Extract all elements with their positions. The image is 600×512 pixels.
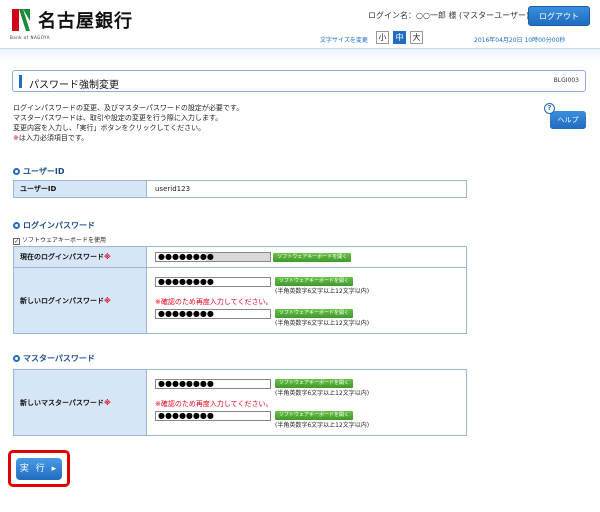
required-mark: ※ [104,253,111,261]
section-bullet-icon [13,222,20,229]
software-keyboard-button[interactable]: ソフトウェアキーボードを開く [275,308,354,318]
password-hint: (半角英数字6文字以上12文字以内) [275,389,370,397]
master-password-section-heading: マスターパスワード [13,353,95,364]
bank-name: 名古屋銀行 [38,11,133,32]
intro-line-3: 変更内容を入力し、「実行」ボタンをクリックしてください。 [13,124,206,132]
confirm-login-password-input[interactable]: ●●●●●●●● [155,308,271,319]
login-datetime: 2016年04月20日 10時00分00秒 [474,37,566,44]
login-name: ログイン名：○○一郎 様 (マスターユーザー) [368,11,530,20]
current-login-password-label-text: 現在のログインパスワード [20,253,104,261]
new-login-password-label-text: 新しいログインパスワード [20,296,104,305]
current-login-password-cell: ●●●●●●●● ソフトウェアキーボードを開く [146,246,467,268]
software-keyboard-button[interactable]: ソフトウェアキーボードを開く [275,410,354,420]
software-keyboard-check-label: ソフトウェアキーボードを使用 [22,237,107,244]
header: Bank of NAGOYA 名古屋銀行 ログイン名：○○一郎 様 (マスターユ… [0,0,600,48]
logout-button[interactable]: ログアウト [528,6,590,26]
confirm-master-password-input[interactable]: ●●●●●●●● [155,410,271,421]
password-hint: (半角英数字6文字以上12文字以内) [275,421,370,429]
password-hint: (半角英数字6文字以上12文字以内) [275,319,370,327]
login-password-table: 現在のログインパスワード※ ●●●●●●●● ソフトウェアキーボードを開く 新し… [13,246,467,334]
user-id-heading-text: ユーザーID [23,167,65,176]
execute-highlight-frame: 実 行 ▸ [8,450,70,487]
font-size-label: 文字サイズを変更 [320,37,368,44]
intro-text: ログインパスワードの変更、及びマスターパスワードの設定が必要です。 マスターパス… [13,103,243,143]
software-keyboard-button[interactable]: ソフトウェアキーボードを開く [273,252,352,262]
confirm-note: ※確認のため再度入力してください。 [155,399,273,408]
software-keyboard-checkbox[interactable]: ✓ ソフトウェアキーボードを使用 [13,235,106,245]
new-master-password-label-text: 新しいマスターパスワード [20,398,104,407]
new-login-password-label: 新しいログインパスワード※ [13,267,147,334]
user-id-label: ユーザーID [13,180,147,198]
checkbox-checked-icon[interactable]: ✓ [13,238,20,245]
font-size-medium-button[interactable]: 中 [393,31,406,44]
master-password-heading-text: マスターパスワード [23,354,95,363]
user-id-table: ユーザーID userid123 [13,180,467,198]
user-id-section-heading: ユーザーID [13,166,64,177]
software-keyboard-button[interactable]: ソフトウェアキーボードを開く [275,378,354,388]
page-title-box: パスワード強制変更 BLGI003 [12,70,586,92]
help-question-icon: ? [544,103,555,114]
title-accent-bar [19,75,22,88]
software-keyboard-button[interactable]: ソフトウェアキーボードを開く [275,276,354,286]
new-master-password-input[interactable]: ●●●●●●●● [155,378,271,389]
font-size-small-button[interactable]: 小 [376,31,389,44]
current-login-password-input[interactable]: ●●●●●●●● [155,252,271,262]
user-id-value: userid123 [146,180,467,198]
new-master-password-cell: ●●●●●●●● ソフトウェアキーボードを開く (半角英数字6文字以上12文字以内… [146,369,467,436]
execute-button[interactable]: 実 行 ▸ [16,458,62,480]
intro-line-2: マスターパスワードは、取引や設定の変更を行う際に入力します。 [13,114,223,122]
logo-subtext: Bank of NAGOYA [10,35,51,40]
required-mark: ※ [103,398,111,407]
confirm-note: ※確認のため再度入力してください。 [155,297,273,306]
header-band [0,48,600,62]
help-area: ヘルプ ? [544,103,586,129]
section-bullet-icon [13,355,20,362]
new-login-password-cell: ●●●●●●●● ソフトウェアキーボードを開く (半角英数字6文字以上12文字以内… [146,267,467,334]
login-password-section-heading: ログインパスワード [13,220,95,231]
screen-id: BLGI003 [553,77,579,84]
font-size-large-button[interactable]: 大 [410,31,423,44]
password-hint: (半角英数字6文字以上12文字以内) [275,287,370,295]
bank-logo-icon [12,9,30,31]
intro-line-1: ログインパスワードの変更、及びマスターパスワードの設定が必要です。 [13,104,244,112]
current-login-password-label: 現在のログインパスワード※ [13,246,147,268]
required-note-text: は入力必須項目です。 [18,134,89,142]
required-note: ※は入力必須項目です。 [13,133,243,143]
page-title: パスワード強制変更 [29,80,119,91]
help-button[interactable]: ヘルプ [550,111,586,129]
section-bullet-icon [13,168,20,175]
master-password-table: 新しいマスターパスワード※ ●●●●●●●● ソフトウェアキーボードを開く (半角… [13,369,467,436]
new-login-password-input[interactable]: ●●●●●●●● [155,276,271,287]
login-password-heading-text: ログインパスワード [23,221,95,230]
new-master-password-label: 新しいマスターパスワード※ [13,369,147,436]
required-mark: ※ [104,296,111,305]
